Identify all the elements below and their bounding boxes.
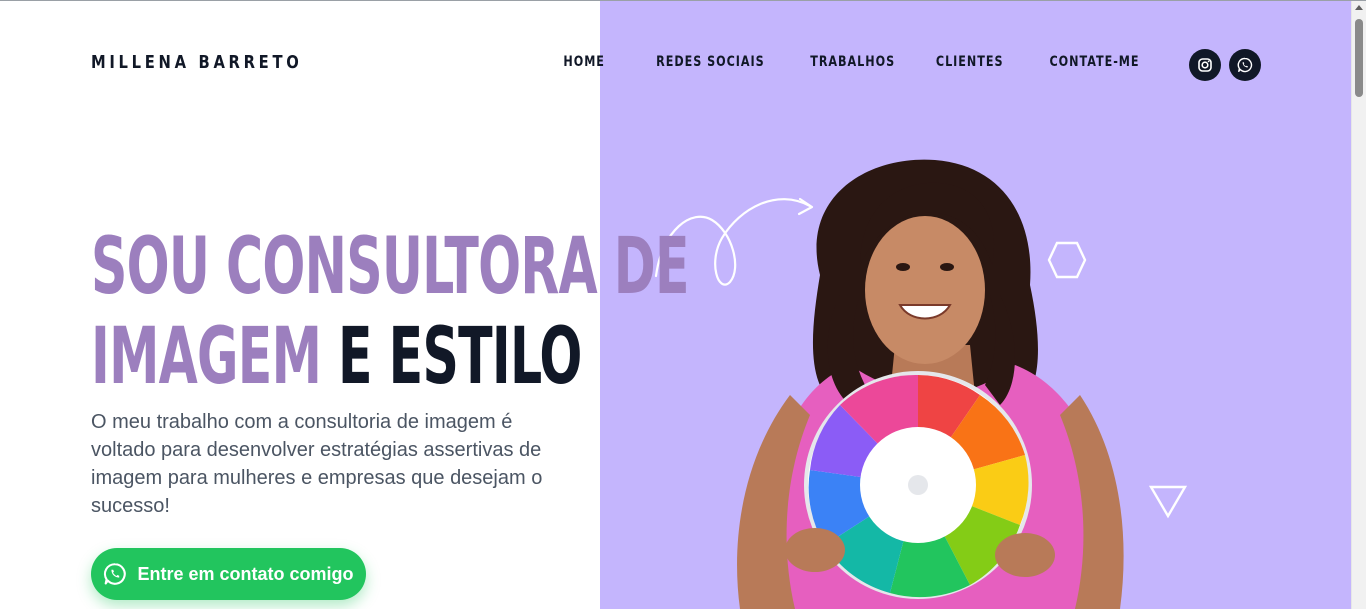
nav-clientes[interactable]: CLIENTES	[936, 54, 1004, 70]
whatsapp-icon	[104, 563, 127, 585]
brand-logo-text[interactable]: MILLENA BARRETO	[91, 52, 302, 73]
hero-intro-text: O meu trabalho com a consultoria de imag…	[91, 411, 543, 517]
whatsapp-icon	[1237, 57, 1253, 73]
instagram-button[interactable]	[1189, 49, 1221, 81]
scroll-up-arrow-icon[interactable]	[1355, 5, 1363, 10]
page-scrollbar[interactable]	[1351, 1, 1366, 609]
nav-contate-me[interactable]: CONTATE-ME	[1050, 54, 1140, 70]
nav-redes-sociais[interactable]: REDES SOCIAIS	[656, 54, 765, 70]
scrollbar-thumb[interactable]	[1355, 19, 1363, 97]
social-links	[1189, 49, 1261, 81]
contact-whatsapp-button[interactable]: Entre em contato comigo	[91, 548, 366, 600]
headline-accent-word: IMAGEM	[91, 312, 322, 402]
hero-headline: SOU CONSULTORA DE IMAGEM E ESTILO	[91, 222, 690, 402]
nav-trabalhos[interactable]: TRABALHOS	[810, 54, 895, 70]
consultant-portrait-image	[737, 159, 1124, 609]
main-nav: HOME REDES SOCIAIS TRABALHOS CLIENTES CO…	[553, 54, 1140, 70]
headline-line1: SOU CONSULTORA DE	[91, 222, 690, 312]
headline-dark-words: E ESTILO	[321, 312, 582, 402]
whatsapp-button[interactable]	[1229, 49, 1261, 81]
cta-label: Entre em contato comigo	[137, 563, 354, 584]
instagram-icon	[1198, 58, 1212, 72]
nav-home[interactable]: HOME	[564, 54, 606, 70]
